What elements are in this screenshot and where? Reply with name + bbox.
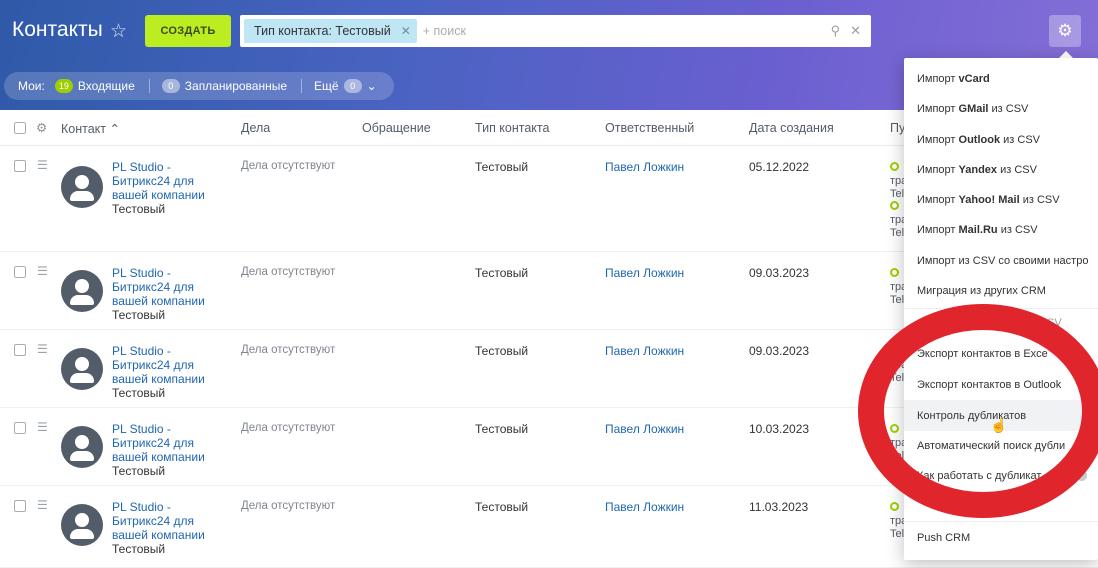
column-appeal[interactable]: Обращение — [362, 121, 431, 135]
type-cell: Тестовый — [475, 266, 529, 280]
hand-cursor-icon: ☝ — [990, 417, 1008, 433]
more-badge: 0 — [343, 79, 362, 93]
type-cell: Тестовый — [475, 500, 529, 514]
avatar — [61, 426, 103, 468]
avatar — [61, 504, 103, 546]
menu-item-import-gmail[interactable]: Импорт GMail из CSV — [904, 94, 1098, 124]
contact-name[interactable]: PL Studio - Битрикс24 для вашей компании Т… — [112, 160, 205, 216]
top-bar: Контакты ☆ СОЗДАТЬ Тип контакта: Тестовы… — [0, 0, 1098, 62]
clear-icon[interactable]: ✕ — [850, 23, 861, 39]
deals-cell: Дела отсутствуют — [241, 160, 336, 172]
planned-badge: 0 — [161, 79, 180, 93]
menu-item-import-yahoo[interactable]: Импорт Yahoo! Mail из CSV — [904, 185, 1098, 215]
column-contact[interactable]: Контакт ⌃ — [61, 121, 120, 136]
star-icon[interactable]: ☆ — [110, 20, 127, 43]
column-created[interactable]: Дата создания — [749, 121, 834, 135]
contact-name[interactable]: PL Studio - Битрикс24 для вашей компании Т… — [112, 422, 205, 478]
chevron-down-icon: ⌄ — [366, 79, 377, 93]
more-counter[interactable]: Ещё 0 ⌄ — [314, 79, 377, 93]
drag-handle-icon[interactable]: ☰ — [37, 420, 48, 434]
responsible-link[interactable]: Павел Ложкин — [605, 422, 684, 436]
close-icon[interactable]: ✕ — [401, 24, 411, 38]
column-contact-type[interactable]: Тип контакта — [475, 121, 549, 135]
drag-handle-icon[interactable]: ☰ — [37, 264, 48, 278]
more-label: Ещё — [314, 79, 339, 93]
divider — [301, 79, 303, 93]
date-cell: 05.12.2022 — [749, 160, 810, 174]
select-all-checkbox[interactable] — [14, 122, 26, 134]
mine-label: Мои: — [18, 79, 45, 93]
incoming-badge: 19 — [54, 79, 73, 93]
drag-handle-icon[interactable]: ☰ — [37, 158, 48, 172]
incoming-counter[interactable]: 19 Входящие — [54, 79, 135, 93]
type-cell: Тестовый — [475, 422, 529, 436]
responsible-link[interactable]: Павел Ложкин — [605, 160, 684, 174]
deals-cell: Дела отсутствуют — [241, 500, 336, 512]
settings-gear-button[interactable]: ⚙ — [1049, 15, 1081, 47]
row-checkbox[interactable] — [14, 160, 26, 172]
responsible-link[interactable]: Павел Ложкин — [605, 500, 684, 514]
row-checkbox[interactable] — [14, 422, 26, 434]
row-checkbox[interactable] — [14, 344, 26, 356]
avatar — [61, 270, 103, 312]
date-cell: 10.03.2023 — [749, 422, 810, 436]
menu-divider — [904, 521, 1098, 522]
create-button[interactable]: СОЗДАТЬ — [145, 15, 231, 47]
incoming-label: Входящие — [77, 79, 135, 93]
menu-item-import-mailru[interactable]: Импорт Mail.Ru из CSV — [904, 215, 1098, 245]
drag-handle-icon[interactable]: ☰ — [37, 342, 48, 356]
page-title: Контакты — [12, 18, 103, 41]
contact-name[interactable]: PL Studio - Битрикс24 для вашей компании Т… — [112, 266, 205, 322]
deals-cell: Дела отсутствуют — [241, 344, 336, 356]
gear-icon[interactable]: ⚙ — [36, 120, 47, 135]
responsible-link[interactable]: Павел Ложкин — [605, 266, 684, 280]
planned-label: Запланированные — [184, 79, 288, 93]
search-filter-box[interactable]: Тип контакта: Тестовый ✕ + поиск ⚲ ✕ — [240, 15, 871, 47]
avatar — [61, 348, 103, 390]
filter-chip-label: Тип контакта: Тестовый — [254, 24, 391, 38]
drag-handle-icon[interactable]: ☰ — [37, 498, 48, 512]
row-checkbox[interactable] — [14, 500, 26, 512]
menu-item-import-custom-csv[interactable]: Импорт из CSV со своими настро — [904, 246, 1098, 276]
row-checkbox[interactable] — [14, 266, 26, 278]
column-deals[interactable]: Дела — [241, 121, 270, 135]
contact-name[interactable]: PL Studio - Битрикс24 для вашей компании Т… — [112, 344, 205, 400]
date-cell: 09.03.2023 — [749, 344, 810, 358]
search-icon[interactable]: ⚲ — [831, 23, 841, 39]
column-responsible[interactable]: Ответственный — [605, 121, 694, 135]
filter-chip[interactable]: Тип контакта: Тестовый ✕ — [244, 19, 417, 43]
deals-cell: Дела отсутствуют — [241, 266, 336, 278]
date-cell: 11.03.2023 — [749, 500, 809, 514]
type-cell: Тестовый — [475, 160, 529, 174]
menu-item-push-crm[interactable]: Push CRM — [904, 523, 1098, 553]
menu-item-import-yandex[interactable]: Импорт Yandex из CSV — [904, 155, 1098, 185]
menu-item-import-outlook[interactable]: Импорт Outlook из CSV — [904, 125, 1098, 155]
divider — [148, 79, 150, 93]
responsible-link[interactable]: Павел Ложкин — [605, 344, 684, 358]
contact-name[interactable]: PL Studio - Битрикс24 для вашей компании Т… — [112, 500, 205, 556]
date-cell: 09.03.2023 — [749, 266, 810, 280]
avatar — [61, 166, 103, 208]
counters-bar: Мои: 19 Входящие 0 Запланированные Ещё 0… — [4, 72, 394, 100]
search-input[interactable]: + поиск — [423, 24, 466, 38]
column-source[interactable]: Пу — [890, 121, 905, 135]
type-cell: Тестовый — [475, 344, 529, 358]
gear-icon: ⚙ — [1057, 21, 1073, 40]
menu-item-migration[interactable]: Миграция из других CRM — [904, 276, 1098, 306]
menu-item-import-vcard[interactable]: Импорт vCard — [904, 64, 1098, 94]
deals-cell: Дела отсутствуют — [241, 422, 336, 434]
red-circle-annotation — [858, 304, 1098, 518]
planned-counter[interactable]: 0 Запланированные — [161, 79, 288, 93]
